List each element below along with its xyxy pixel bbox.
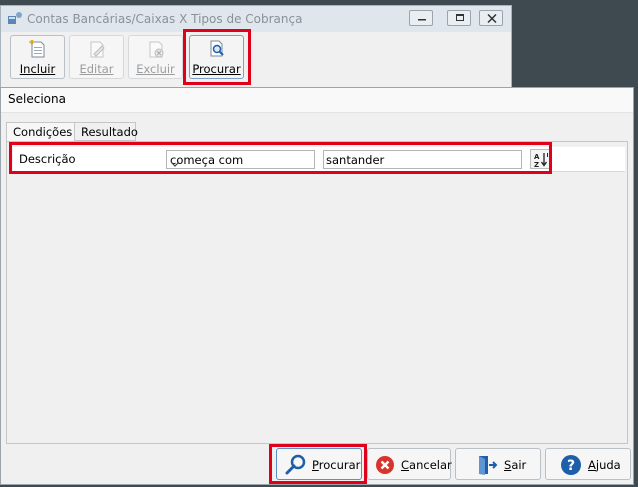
ajuda-button[interactable]: ? Ajuda [545, 448, 631, 480]
app-icon [7, 11, 23, 28]
condicoes-panel: Descrição começa com santander A Z [6, 141, 628, 444]
sair-button[interactable]: Sair [455, 448, 541, 480]
main-toolbar: Incluir Editar Excluir Procurar [7, 29, 507, 85]
exit-door-icon [476, 454, 498, 479]
tab-condicoes[interactable]: Condições [6, 122, 75, 142]
cancelar-label: Cancelar [401, 458, 452, 472]
tab-condicoes-label: Condições [13, 125, 73, 139]
svg-text:?: ? [567, 458, 575, 474]
delete-document-icon [146, 39, 166, 62]
excluir-label: Excluir [136, 62, 175, 76]
incluir-label: Incluir [19, 62, 56, 76]
highlight-condition-row [9, 142, 552, 174]
background-window-title: Contas Bancárias/Caixas X Tipos de Cobra… [27, 12, 303, 26]
incluir-button[interactable]: Incluir [10, 35, 65, 79]
ajuda-label: Ajuda [588, 458, 621, 472]
dialog-title: Seleciona [8, 92, 66, 106]
excluir-button[interactable]: Excluir [128, 35, 183, 79]
close-window-button[interactable] [479, 10, 503, 26]
highlight-toolbar-procurar [183, 29, 251, 85]
background-window: Contas Bancárias/Caixas X Tipos de Cobra… [0, 5, 512, 90]
edit-document-icon [87, 39, 107, 62]
editar-label: Editar [79, 62, 114, 76]
tab-resultado[interactable]: Resultado [74, 122, 138, 141]
maximize-button[interactable] [447, 10, 471, 26]
help-icon: ? [560, 454, 582, 479]
minimize-button[interactable] [409, 10, 433, 26]
dialog-title-bar: Seleciona [1, 88, 633, 113]
sair-label: Sair [504, 458, 527, 472]
background-title-bar: Contas Bancárias/Caixas X Tipos de Cobra… [1, 6, 511, 32]
editar-button[interactable]: Editar [69, 35, 124, 79]
seleciona-dialog: Seleciona Condições Resultado Descrição … [0, 87, 634, 485]
new-document-icon [28, 39, 48, 62]
cancel-icon [374, 454, 396, 479]
cancelar-button[interactable]: Cancelar [367, 448, 452, 480]
highlight-procurar-button [269, 444, 367, 484]
tab-resultado-label: Resultado [81, 125, 138, 139]
